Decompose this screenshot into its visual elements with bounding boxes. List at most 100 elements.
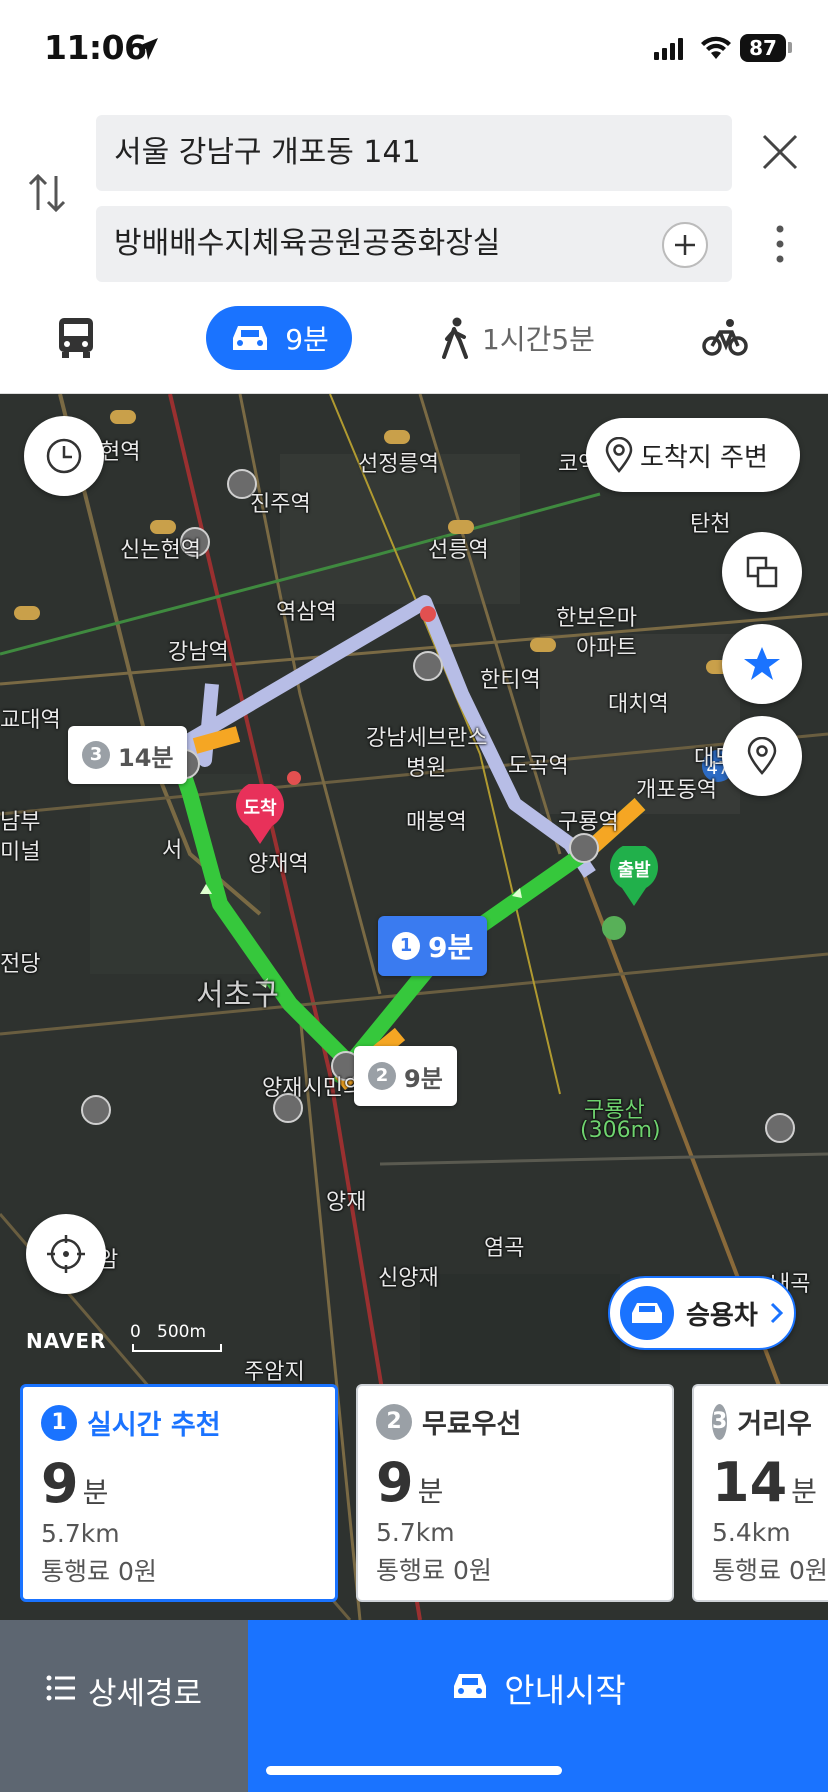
location-arrow-icon — [136, 38, 158, 60]
route-toll: 통행료 0원 — [41, 1557, 157, 1586]
more-options-icon[interactable] — [774, 224, 786, 264]
crosshair-icon — [47, 1235, 85, 1273]
route-time-label: 9분 — [404, 1064, 443, 1093]
tab-walk[interactable]: 1시간5분 — [440, 306, 595, 370]
route-distance: 5.4km — [712, 1518, 791, 1547]
map-label: 대치역 — [608, 692, 669, 717]
route-duration-value: 14 — [712, 1451, 788, 1514]
arrival-pin-label: 도착 — [243, 798, 277, 819]
route-duration-unit: 분 — [82, 1476, 109, 1509]
map-label: 남부 — [0, 810, 41, 835]
route-card-2[interactable]: 2 무료우선 9 분 5.7km 통행료 0원 — [356, 1384, 674, 1602]
place-marker-button[interactable] — [722, 716, 802, 796]
layers-icon — [746, 556, 778, 588]
map-label: 서 — [162, 838, 183, 863]
route-duration-unit: 분 — [791, 1475, 817, 1508]
route-number-badge: 2 — [376, 1403, 412, 1440]
route-bubble-2[interactable]: 2 9분 — [354, 1046, 457, 1106]
route-number-badge: 1 — [392, 932, 420, 960]
arrival-pin[interactable]: 도착 — [234, 781, 286, 846]
location-pin-icon — [747, 737, 777, 775]
route-time-label: 9분 — [428, 931, 474, 964]
map-label: 병원 — [406, 756, 447, 781]
map-label: 선릉역 — [428, 538, 489, 563]
map-label: 매봉역 — [406, 810, 467, 835]
map-label: 역삼역 — [276, 600, 337, 625]
origin-field[interactable]: 서울 강남구 개포동 141 — [96, 115, 732, 191]
route-duration-value: 9 — [41, 1452, 79, 1515]
map-label: 현역 — [100, 440, 141, 465]
map-scale-bar — [132, 1344, 222, 1352]
route-number-badge: 3 — [712, 1403, 728, 1440]
tab-bicycle[interactable] — [702, 306, 748, 370]
transport-mode-tabs: 9분 1시간5분 — [0, 300, 828, 394]
arrival-nearby-label: 도착지 주변 — [640, 442, 768, 473]
star-icon — [744, 647, 780, 680]
walk-time-label: 1시간5분 — [482, 323, 595, 356]
map-label: 선정릉역 — [358, 452, 439, 477]
map-layers-button[interactable] — [722, 532, 802, 612]
map-scale-distance: 500m — [157, 1322, 207, 1342]
map-label: 진주역 — [250, 492, 311, 517]
home-indicator — [266, 1766, 562, 1775]
car-time-label: 9분 — [285, 323, 329, 356]
swap-route-icon[interactable] — [26, 170, 68, 216]
route-details-label: 상세경로 — [87, 1676, 203, 1712]
map-label: 전당 — [0, 952, 41, 977]
departure-pin[interactable]: 출발 — [608, 843, 660, 908]
route-number-badge: 2 — [368, 1062, 396, 1090]
map-label: 신논현역 — [120, 538, 201, 563]
vehicle-type-button[interactable]: 승용차 — [608, 1276, 796, 1350]
route-card-header: 3 거리우 — [712, 1402, 812, 1441]
battery-nub — [788, 42, 792, 53]
route-duration: 9 분 — [376, 1451, 654, 1514]
route-distance: 5.7km — [376, 1518, 455, 1547]
route-toll: 통행료 0원 — [376, 1556, 492, 1585]
tab-car[interactable]: 9분 — [206, 306, 352, 370]
cellular-signal-icon — [654, 36, 683, 60]
location-pin-icon — [605, 437, 633, 473]
route-bubble-1[interactable]: 1 9분 — [378, 916, 488, 976]
map-label: 미널 — [0, 840, 41, 865]
map-label: (306m) — [580, 1118, 661, 1143]
car-icon — [233, 326, 268, 350]
car-icon — [454, 1674, 487, 1698]
bus-icon — [59, 318, 93, 358]
add-waypoint-button[interactable] — [662, 222, 708, 268]
map-label: 개포동역 — [636, 778, 717, 803]
favorites-button[interactable] — [722, 624, 802, 704]
tab-transit[interactable] — [56, 306, 96, 370]
map-label: 도곡역 — [508, 754, 569, 779]
route-details-button[interactable]: 상세경로 — [0, 1620, 248, 1792]
route-card-1[interactable]: 1 실시간 추천 9 분 5.7km 통행료 0원 — [20, 1384, 338, 1602]
route-title: 실시간 추천 — [87, 1410, 221, 1441]
chevron-right-icon — [770, 1302, 783, 1324]
departure-pin-label: 출발 — [617, 860, 651, 881]
destination-field[interactable]: 방배배수지체육공원공중화장실 — [96, 206, 732, 282]
close-icon[interactable] — [760, 132, 800, 172]
route-card-header: 1 실시간 추천 — [41, 1403, 317, 1442]
route-title: 거리우 — [737, 1409, 812, 1440]
route-duration: 14 분 — [712, 1451, 817, 1514]
list-icon — [46, 1675, 75, 1701]
route-card-header: 2 무료우선 — [376, 1402, 654, 1441]
route-duration: 9 분 — [41, 1452, 317, 1515]
map-label: 양재역 — [248, 852, 309, 877]
status-bar: 11:06 87 — [0, 0, 828, 100]
map-label: 서초구 — [196, 978, 279, 1013]
status-time: 11:06 — [44, 28, 147, 67]
route-number-badge: 3 — [82, 741, 110, 769]
route-duration-unit: 분 — [417, 1475, 444, 1508]
bicycle-icon — [702, 319, 748, 356]
plus-icon — [675, 235, 695, 255]
map-label: 아파트 — [576, 636, 637, 661]
current-location-button[interactable] — [26, 1214, 106, 1294]
history-button[interactable] — [24, 416, 104, 496]
vehicle-type-label: 승용차 — [686, 1300, 758, 1331]
arrival-nearby-button[interactable]: 도착지 주변 — [586, 418, 800, 492]
naver-logo: NAVER — [26, 1329, 107, 1353]
wifi-icon — [701, 36, 731, 59]
route-bubble-3[interactable]: 3 14분 — [68, 726, 188, 784]
battery-indicator: 87 — [740, 34, 786, 62]
route-card-3[interactable]: 3 거리우 14 분 5.4km 통행료 0원 — [692, 1384, 828, 1602]
